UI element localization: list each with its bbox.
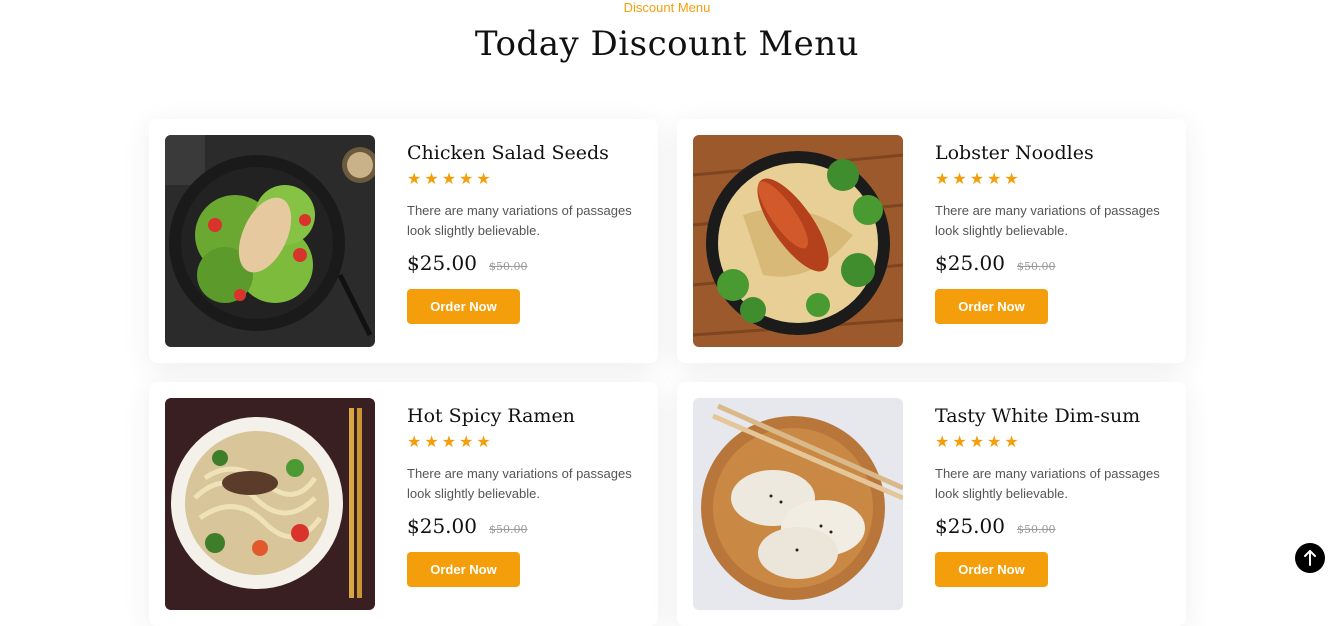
star-icon: ★ — [1004, 171, 1019, 188]
dim-sum-image — [693, 398, 903, 610]
item-name: Hot Spicy Ramen — [407, 405, 575, 427]
lobster-noodles-image — [693, 135, 903, 347]
item-price: $25.00 — [407, 251, 477, 275]
item-old-price: $50.00 — [1016, 260, 1056, 273]
spicy-ramen-image — [165, 398, 375, 610]
star-icon: ★ — [407, 171, 422, 188]
item-name: Chicken Salad Seeds — [407, 142, 609, 164]
star-icon: ★ — [424, 171, 439, 188]
star-icon: ★ — [459, 171, 474, 188]
item-description: There are many variations of passages lo… — [407, 203, 632, 238]
item-name: Lobster Noodles — [935, 142, 1094, 164]
order-now-button[interactable]: Order Now — [407, 552, 520, 587]
menu-card: Tasty White Dim-sum ★ ★ ★ ★ ★ There are … — [677, 382, 1186, 626]
section-eyebrow: Discount Menu — [623, 0, 711, 15]
item-old-price: $50.00 — [1016, 523, 1056, 536]
order-now-button[interactable]: Order Now — [935, 552, 1048, 587]
star-icon: ★ — [476, 434, 491, 451]
star-icon: ★ — [476, 171, 491, 188]
item-price: $25.00 — [407, 514, 477, 538]
section-title: Today Discount Menu — [474, 24, 860, 64]
chicken-salad-image — [165, 135, 375, 347]
item-price: $25.00 — [935, 251, 1005, 275]
item-old-price: $50.00 — [488, 523, 528, 536]
menu-card: Lobster Noodles ★ ★ ★ ★ ★ There are many… — [677, 119, 1186, 363]
order-now-button[interactable]: Order Now — [407, 289, 520, 324]
item-price: $25.00 — [935, 514, 1005, 538]
star-icon: ★ — [952, 434, 967, 451]
star-icon: ★ — [952, 171, 967, 188]
star-icon: ★ — [969, 434, 985, 451]
item-name: Tasty White Dim-sum — [935, 405, 1141, 427]
order-now-button[interactable]: Order Now — [935, 289, 1048, 324]
star-icon: ★ — [407, 434, 422, 451]
star-icon: ★ — [424, 434, 439, 451]
item-description: There are many variations of passages lo… — [935, 466, 1160, 501]
item-description: There are many variations of passages lo… — [935, 203, 1160, 238]
item-description: There are many variations of passages lo… — [407, 466, 632, 501]
star-icon: ★ — [987, 171, 1002, 188]
arrow-up-icon — [1304, 550, 1316, 566]
star-icon: ★ — [935, 434, 950, 451]
star-icon: ★ — [1004, 434, 1019, 451]
item-old-price: $50.00 — [488, 260, 528, 273]
menu-card: Chicken Salad Seeds ★ ★ ★ ★ ★ There are … — [149, 119, 658, 363]
star-icon: ★ — [987, 434, 1002, 451]
menu-card: Hot Spicy Ramen ★ ★ ★ ★ ★ There are many… — [149, 382, 658, 626]
rating-stars: ★ ★ ★ ★ ★ — [407, 434, 647, 452]
star-icon: ★ — [441, 171, 457, 188]
scroll-to-top-button[interactable] — [1295, 543, 1325, 573]
star-icon: ★ — [969, 171, 985, 188]
star-icon: ★ — [441, 434, 457, 451]
rating-stars: ★ ★ ★ ★ ★ — [935, 171, 1175, 189]
rating-stars: ★ ★ ★ ★ ★ — [935, 434, 1175, 452]
star-icon: ★ — [935, 171, 950, 188]
star-icon: ★ — [459, 434, 474, 451]
rating-stars: ★ ★ ★ ★ ★ — [407, 171, 647, 189]
